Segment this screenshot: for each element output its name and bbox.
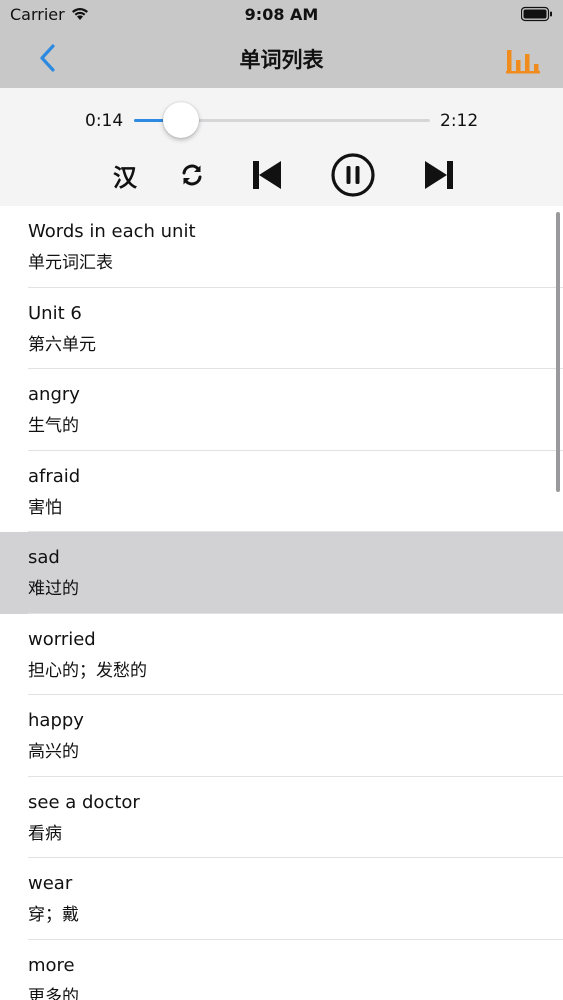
word-list[interactable]: Words in each unit 单元词汇表 Unit 6 第六单元 angry 生气… [0,206,563,1000]
word-chinese: 害怕 [28,497,62,518]
progress-slider-thumb[interactable] [163,102,200,138]
list-item[interactable]: worried 担心的；发愁的 [0,614,563,695]
list-item[interactable]: Unit 6 第六单元 [0,288,563,369]
current-time: 0:14 [85,111,124,131]
navigation-bar: 单词列表 [0,30,563,88]
audio-player: 0:14 2:12 汉 [0,88,563,206]
word-english: afraid [28,465,81,487]
word-english: sad [28,547,60,568]
previous-button[interactable] [248,152,286,198]
list-item[interactable]: Words in each unit 单元词汇表 [0,206,563,288]
next-button[interactable] [420,152,458,198]
status-bar: Carrier 9:08 AM [0,0,563,30]
list-item[interactable]: more 更多的 [0,940,563,1000]
word-english: angry [28,384,80,405]
word-chinese: 高兴的 [28,742,79,762]
chinese-toggle-button[interactable]: 汉 [108,152,142,198]
word-english: Words in each unit [28,221,196,242]
scroll-indicator[interactable] [556,212,560,492]
list-item[interactable]: sad 难过的 [0,532,563,614]
pause-icon [331,153,375,197]
word-english: worried [28,628,96,650]
repeat-icon [182,164,202,186]
word-english: more [28,954,75,976]
equalizer-icon[interactable] [505,44,541,76]
total-time: 2:12 [440,111,479,131]
list-item[interactable]: see a doctor 看病 [0,777,563,858]
repeat-button[interactable] [176,152,208,198]
list-item[interactable]: afraid 害怕 [0,451,563,532]
list-item[interactable]: wear 穿；戴 [0,858,563,940]
word-chinese: 第六单元 [28,334,96,355]
list-item[interactable]: happy 高兴的 [0,695,563,777]
skip-forward-icon [425,161,453,189]
word-chinese: 难过的 [28,579,79,599]
list-item[interactable]: angry 生气的 [0,369,563,451]
word-english: happy [28,710,84,731]
status-time: 9:08 AM [244,5,319,24]
word-english: wear [28,873,73,894]
word-chinese: 更多的 [28,986,79,1000]
battery-icon [521,6,552,22]
skip-back-icon [253,161,281,189]
word-english: see a doctor [28,791,140,813]
word-chinese: 看病 [28,823,62,844]
word-chinese: 穿；戴 [28,905,79,925]
word-chinese: 单元词汇表 [28,253,113,273]
pause-button[interactable] [330,152,376,198]
page-title: 单词列表 [239,48,324,72]
progress-slider[interactable] [134,102,430,138]
word-english: Unit 6 [28,302,82,324]
word-chinese: 担心的；发愁的 [28,660,147,681]
word-chinese: 生气的 [28,416,79,436]
